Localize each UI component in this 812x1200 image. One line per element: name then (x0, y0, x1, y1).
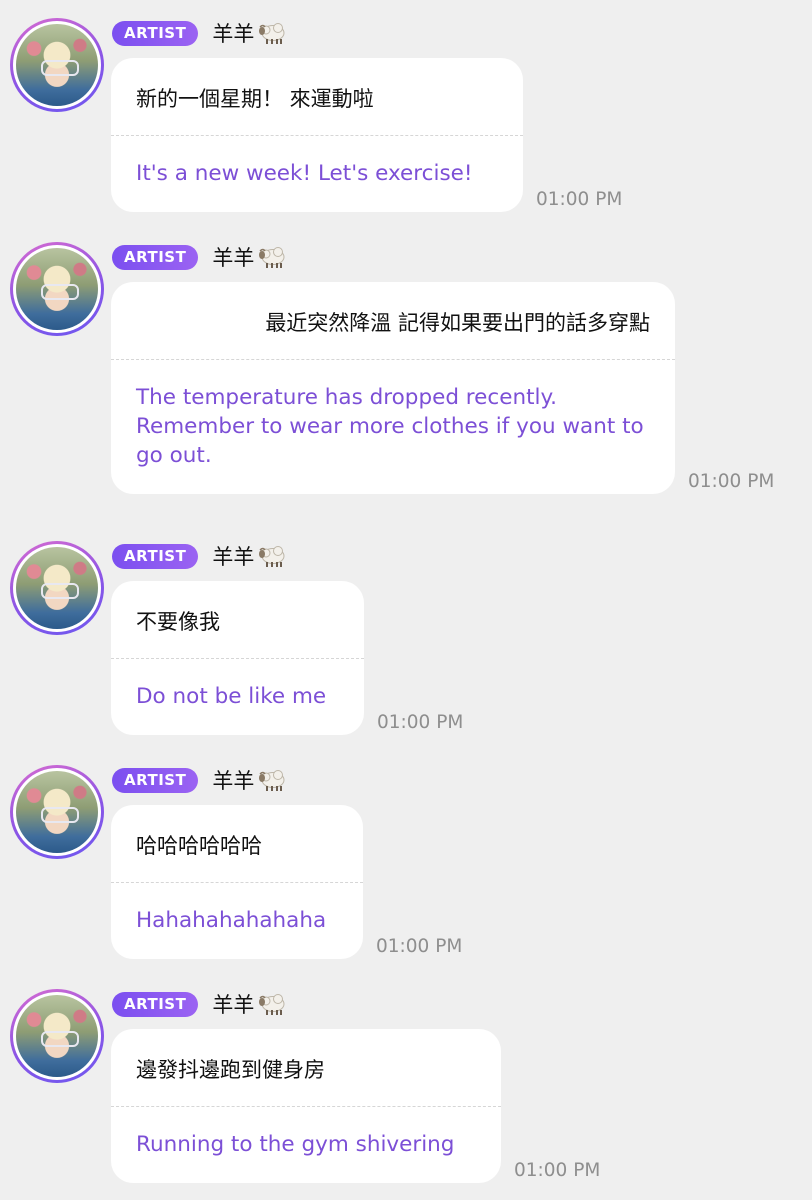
sender-name: 羊羊 (212, 242, 288, 272)
message-header: ARTIST 羊羊 (112, 991, 288, 1017)
sheep-icon (259, 770, 285, 791)
divider (111, 658, 364, 659)
sheep-icon (259, 247, 285, 268)
sheep-icon (259, 546, 285, 567)
timestamp: 01:00 PM (536, 189, 623, 210)
timestamp: 01:00 PM (376, 936, 463, 957)
sender-name: 羊羊 (212, 989, 288, 1019)
message-bubble[interactable]: 哈哈哈哈哈哈 Hahahahahahaha (111, 805, 363, 959)
sender-name: 羊羊 (212, 765, 288, 795)
message-bubble[interactable]: 新的一個星期！ 來運動啦 It's a new week! Let's exer… (111, 58, 523, 212)
message-header: ARTIST 羊羊 (112, 767, 288, 793)
message-header: ARTIST 羊羊 (112, 20, 288, 46)
message-bubble[interactable]: 邊發抖邊跑到健身房 Running to the gym shivering (111, 1029, 501, 1183)
timestamp: 01:00 PM (514, 1160, 601, 1181)
original-text: 最近突然降溫 記得如果要出門的話多穿點 (265, 311, 650, 335)
divider (111, 882, 363, 883)
sender-name: 羊羊 (212, 541, 288, 571)
translated-text: It's a new week! Let's exercise! (136, 161, 473, 186)
divider (111, 1106, 501, 1107)
translated-text: The temperature has dropped recently. Re… (136, 385, 644, 468)
divider (111, 135, 523, 136)
original-text: 新的一個星期！ 來運動啦 (136, 87, 374, 111)
original-text: 不要像我 (136, 610, 220, 634)
sender-name: 羊羊 (212, 18, 288, 48)
translated-text: Hahahahahahaha (136, 908, 327, 933)
avatar[interactable] (10, 18, 104, 112)
artist-badge: ARTIST (112, 543, 199, 569)
message-header: ARTIST 羊羊 (112, 543, 288, 569)
avatar[interactable] (10, 242, 104, 336)
message-bubble[interactable]: 不要像我 Do not be like me (111, 581, 364, 735)
sheep-icon (259, 23, 285, 44)
original-text: 邊發抖邊跑到健身房 (136, 1058, 325, 1082)
original-text: 哈哈哈哈哈哈 (136, 834, 262, 858)
translated-text: Do not be like me (136, 684, 327, 709)
timestamp: 01:00 PM (377, 712, 464, 733)
sheep-icon (259, 994, 285, 1015)
message-bubble[interactable]: 最近突然降溫 記得如果要出門的話多穿點 The temperature has … (111, 282, 675, 494)
artist-badge: ARTIST (112, 20, 199, 46)
timestamp: 01:00 PM (688, 471, 775, 492)
artist-badge: ARTIST (112, 991, 199, 1017)
artist-badge: ARTIST (112, 244, 199, 270)
artist-badge: ARTIST (112, 767, 199, 793)
avatar[interactable] (10, 765, 104, 859)
avatar[interactable] (10, 541, 104, 635)
translated-text: Running to the gym shivering (136, 1132, 455, 1157)
message-header: ARTIST 羊羊 (112, 244, 288, 270)
divider (111, 359, 675, 360)
avatar[interactable] (10, 989, 104, 1083)
